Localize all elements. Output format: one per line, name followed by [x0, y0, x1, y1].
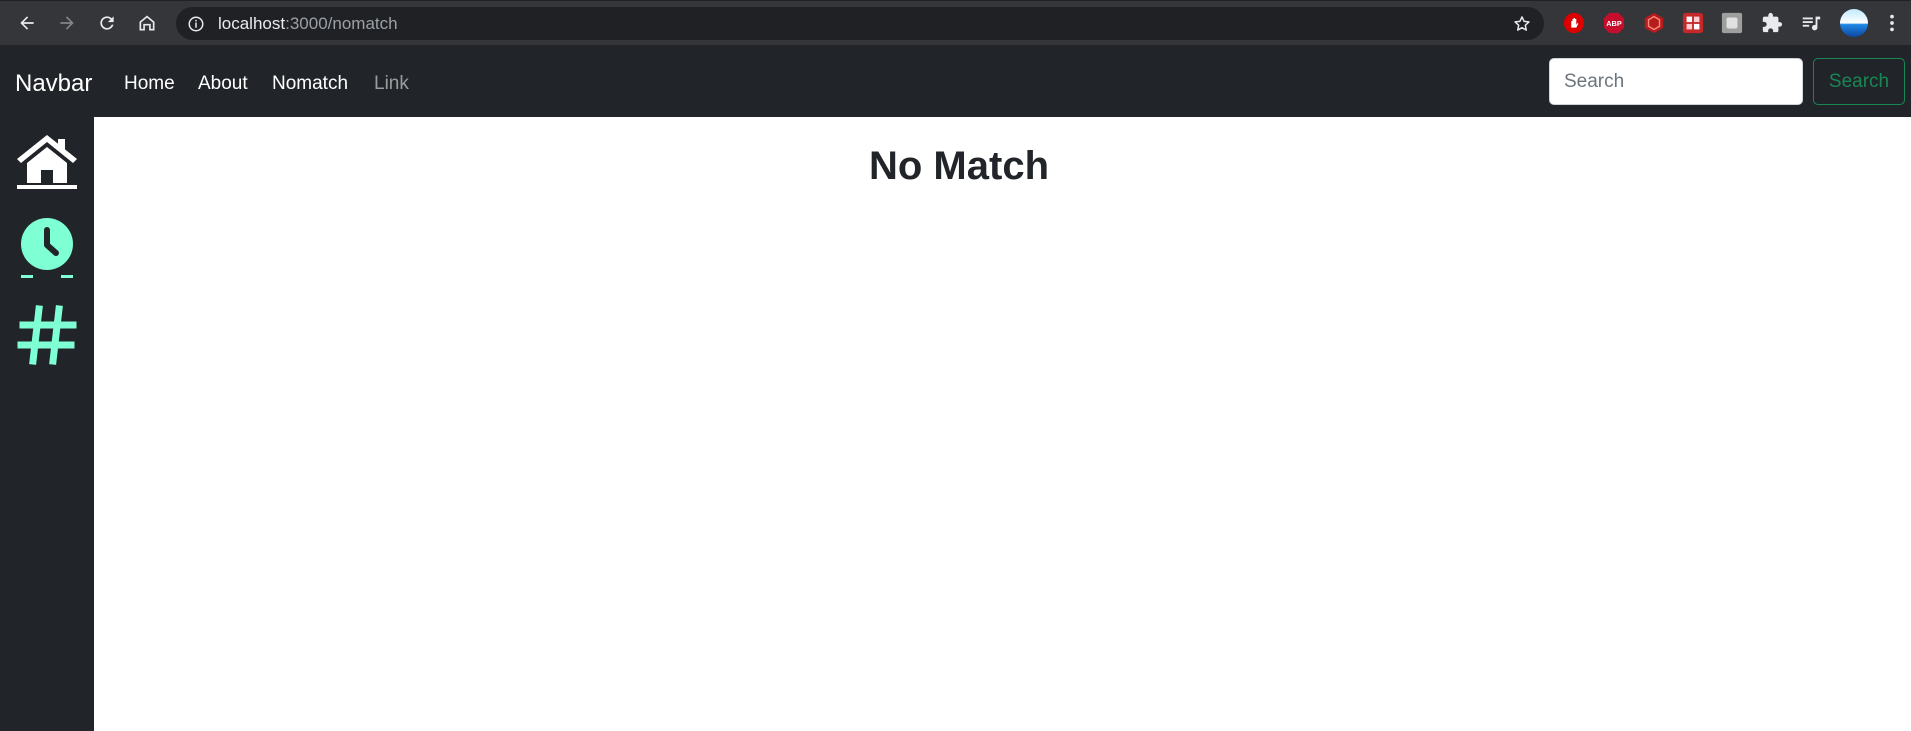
browser-toolbar: localhost:3000/nomatch ABP: [0, 0, 1911, 45]
nav-link-home[interactable]: Home: [124, 73, 175, 95]
puzzle-extensions-icon: [1762, 12, 1783, 33]
forward-button[interactable]: [53, 9, 81, 37]
navbar: Navbar Home About Nomatch Link Search: [0, 45, 1911, 117]
profile-avatar: [1840, 9, 1868, 37]
home-icon: [17, 135, 77, 189]
reload-icon: [100, 16, 114, 30]
kebab-menu-icon: [1890, 14, 1894, 32]
main-content: No Match: [94, 117, 1911, 731]
address-bar[interactable]: localhost:3000/nomatch: [176, 7, 1544, 40]
navbar-brand[interactable]: Navbar: [15, 71, 92, 97]
info-icon[interactable]: [187, 15, 205, 33]
gray-tile-extension[interactable]: [1720, 11, 1744, 35]
url-path: :3000/nomatch: [285, 14, 398, 33]
arrow-left-icon: [20, 16, 34, 30]
extensions-menu-button[interactable]: [1760, 11, 1784, 35]
red-hexagon-icon: [1644, 12, 1664, 34]
red-hexagon-extension[interactable]: [1642, 11, 1666, 35]
bookmark-star-icon[interactable]: [1512, 14, 1532, 34]
media-queue-icon: [1802, 16, 1821, 31]
sidebar: [0, 117, 94, 731]
sidebar-item-home[interactable]: [14, 128, 80, 194]
page-title: No Match: [869, 144, 1049, 188]
nav-link-nomatch[interactable]: Nomatch: [272, 73, 348, 95]
url-text: localhost:3000/nomatch: [218, 15, 398, 33]
adblock-plus-extension[interactable]: ABP: [1602, 11, 1626, 35]
search-button[interactable]: Search: [1813, 58, 1905, 105]
search-input[interactable]: [1549, 58, 1803, 105]
reload-button[interactable]: [93, 9, 121, 37]
profile-button[interactable]: [1839, 8, 1869, 38]
home-button[interactable]: [133, 9, 161, 37]
sidebar-item-hashtag[interactable]: [14, 302, 80, 368]
nav-link-link[interactable]: Link: [374, 73, 409, 95]
sidebar-item-clock[interactable]: [14, 215, 80, 281]
hashtag-icon: [17, 305, 77, 365]
media-queue-button[interactable]: [1799, 11, 1823, 35]
hand-stop-icon: [1563, 12, 1585, 34]
browser-home-icon: [139, 15, 155, 31]
url-host: localhost: [218, 14, 286, 33]
chrome-menu-button[interactable]: [1880, 11, 1904, 35]
adblock-plus-icon: ABP: [1603, 12, 1625, 34]
red-grid-extension[interactable]: [1681, 11, 1705, 35]
clock-icon: [21, 218, 73, 278]
adblock-label: ABP: [1606, 19, 1622, 28]
arrow-right-icon: [60, 16, 74, 30]
red-grid-icon: [1682, 12, 1704, 34]
hand-stop-extension[interactable]: [1562, 11, 1586, 35]
nav-link-about[interactable]: About: [198, 73, 248, 95]
back-button[interactable]: [13, 9, 41, 37]
gray-puzzle-tile-icon: [1721, 12, 1743, 34]
